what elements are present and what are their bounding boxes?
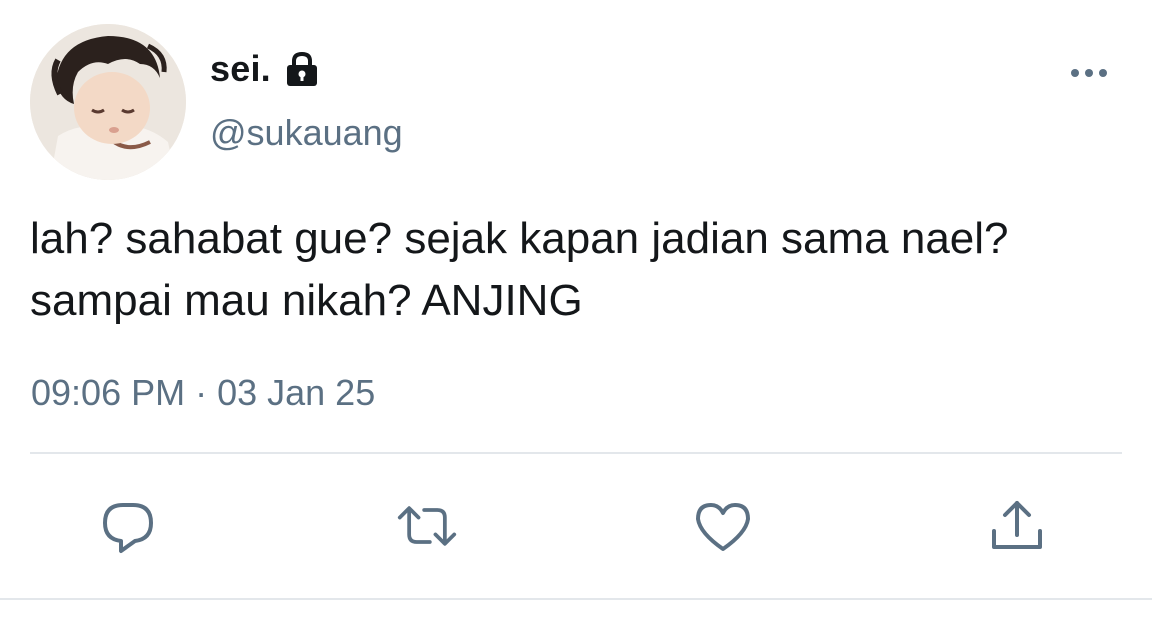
retweet-button[interactable] (396, 495, 458, 557)
more-options-button[interactable] (1064, 56, 1114, 90)
tweet-date: 03 Jan 25 (217, 372, 376, 413)
share-button[interactable] (986, 495, 1048, 557)
tweet-timestamp[interactable]: 09:06 PM · 03 Jan 25 (31, 372, 375, 414)
tweet-card: sei. @sukauang lah? sahabat gue? sejak k… (0, 0, 1152, 618)
avatar[interactable] (30, 24, 186, 180)
username[interactable]: @sukauang (210, 112, 403, 154)
meta-separator: · (195, 372, 208, 413)
retweet-icon (397, 506, 457, 546)
bottom-divider (0, 598, 1152, 600)
display-name[interactable]: sei. (210, 48, 271, 90)
reply-button[interactable] (97, 495, 159, 557)
display-name-row: sei. (210, 46, 321, 92)
share-icon (992, 501, 1042, 549)
reply-icon (103, 503, 153, 553)
more-horizontal-icon (1071, 69, 1107, 77)
divider (30, 452, 1122, 454)
tweet-time: 09:06 PM (31, 372, 186, 413)
like-button[interactable] (692, 495, 754, 557)
tweet-text: lah? sahabat gue? sejak kapan jadian sam… (30, 214, 1009, 325)
heart-icon (696, 503, 750, 551)
lock-icon (283, 50, 321, 88)
